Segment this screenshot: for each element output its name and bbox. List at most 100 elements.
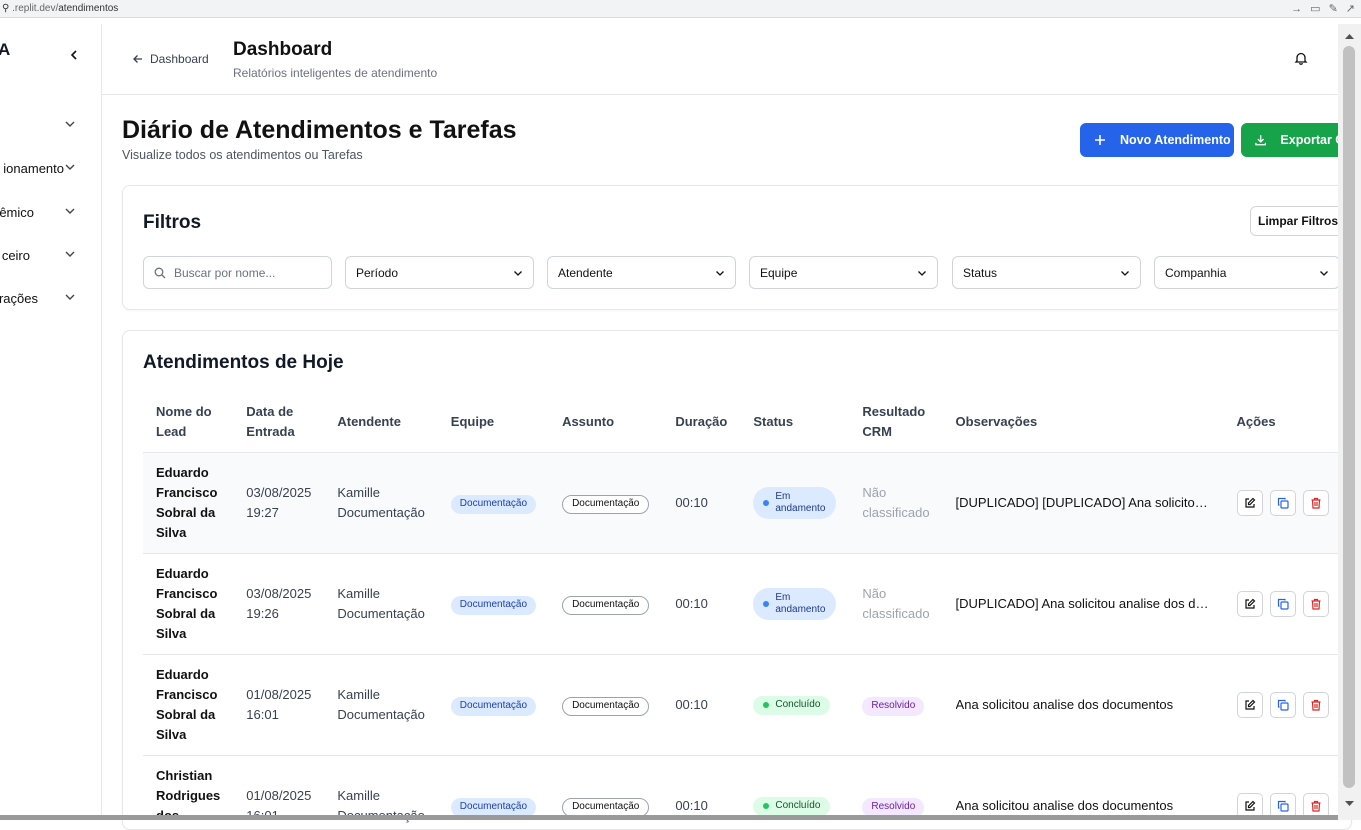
status-badge: Concluído: [753, 695, 831, 715]
chevron-down-icon: [65, 294, 75, 300]
lead-name: Eduardo Francisco Sobral da Silva: [143, 452, 234, 554]
trash-icon: [1311, 497, 1321, 509]
trash-icon: [1311, 699, 1321, 711]
company-select-value: Companhia: [1165, 265, 1227, 280]
horizontal-scrollbar[interactable]: [0, 815, 1338, 820]
arrow-left-icon: [133, 55, 142, 63]
observations: [DUPLICADO] [DUPLICADO] Ana solicitou an…: [955, 494, 1211, 510]
team-select-value: Equipe: [760, 265, 798, 280]
search-icon: [154, 267, 166, 278]
column-header[interactable]: Nome do Lead: [143, 392, 234, 453]
subject-badge: Documentação: [562, 696, 650, 716]
copy-icon: [1277, 800, 1289, 812]
chevron-down-icon: [1320, 271, 1328, 276]
trash-icon: [1311, 800, 1321, 812]
column-header[interactable]: Data de Entrada: [233, 392, 325, 453]
vertical-scrollbar[interactable]: [1338, 24, 1361, 820]
copy-icon: [1277, 598, 1289, 610]
column-header[interactable]: Observações: [942, 392, 1224, 453]
new-attendance-button[interactable]: Novo Atendimento: [1080, 123, 1234, 157]
attendant-name: Kamille Documentação: [324, 452, 438, 554]
chevron-down-icon: [918, 271, 926, 276]
sidebar-item-0[interactable]: [0, 118, 101, 140]
external-link-icon[interactable]: ↗: [1346, 1, 1355, 18]
entry-date: 03/08/2025 19:27: [233, 452, 325, 554]
chevron-left-icon: [70, 50, 77, 60]
column-header[interactable]: Duração: [662, 392, 741, 453]
company-select[interactable]: Companhia: [1154, 256, 1340, 289]
scrollbar-thumb[interactable]: [1343, 46, 1355, 788]
column-header[interactable]: Atendente: [324, 392, 438, 453]
sidebar-item-1[interactable]: ionamento: [0, 161, 101, 183]
observations: Ana solicitou analise dos documentos: [955, 797, 1174, 813]
status-badge: Em andamento: [753, 587, 837, 620]
edit-icon: [1244, 800, 1255, 811]
duplicate-button[interactable]: [1269, 691, 1296, 718]
column-header[interactable]: Assunto: [549, 392, 663, 453]
attendant-select[interactable]: Atendente: [547, 256, 736, 289]
status-select[interactable]: Status: [952, 256, 1141, 289]
delete-button[interactable]: [1302, 489, 1329, 516]
column-header[interactable]: Equipe: [437, 392, 550, 453]
sidebar-item-3[interactable]: ceiro: [0, 248, 101, 270]
status-select-value: Status: [963, 265, 998, 280]
wrench-icon[interactable]: ✎: [1329, 1, 1338, 18]
attendances-table-card: Atendimentos de Hoje Nome do Lead Data d…: [122, 330, 1352, 830]
cast-icon[interactable]: ▭: [1310, 1, 1320, 18]
crm-result: Não classificado: [849, 452, 943, 554]
entry-date: 03/08/2025 19:26: [233, 553, 325, 655]
sidebar-item-label: êmico: [0, 205, 34, 220]
column-header: Ações: [1223, 392, 1342, 453]
team-badge: Documentação: [450, 696, 537, 716]
url-lock-icon: ⚲: [2, 3, 10, 14]
subject-badge: Documentação: [562, 595, 650, 615]
status-label: Em andamento: [775, 591, 826, 615]
crm-result-badge: Resolvido: [862, 696, 925, 716]
top-header: Dashboard Dashboard Relatórios inteligen…: [102, 24, 1338, 95]
table-row[interactable]: Eduardo Francisco Sobral da Silva 03/08/…: [143, 452, 1342, 554]
scroll-up-icon: [1345, 34, 1354, 39]
status-label: Concluído: [775, 699, 821, 711]
trash-icon: [1311, 598, 1321, 610]
clear-filters-button[interactable]: Limpar Filtros: [1250, 206, 1346, 236]
observations: Ana solicitou analise dos documentos: [955, 696, 1174, 712]
table-row[interactable]: Eduardo Francisco Sobral da Silva 01/08/…: [143, 654, 1342, 756]
delete-button[interactable]: [1302, 590, 1329, 617]
collapse-sidebar-button[interactable]: [68, 48, 80, 65]
bell-icon: [1294, 52, 1308, 65]
sidebar-item-4[interactable]: rações: [0, 291, 101, 313]
sidebar-item-2[interactable]: êmico: [0, 205, 101, 227]
edit-button[interactable]: [1236, 590, 1263, 617]
edit-icon: [1244, 699, 1255, 710]
sidebar-item-label: ionamento: [3, 161, 64, 176]
sidebar: A ionamento êmico ceiro rações: [0, 24, 102, 820]
edit-button[interactable]: [1236, 489, 1263, 516]
attendances-table: Nome do Lead Data de Entrada Atendente E…: [143, 392, 1342, 829]
period-select[interactable]: Período: [345, 256, 534, 289]
observations: [DUPLICADO] Ana solicitou analise dos do…: [955, 595, 1211, 611]
page-subtitle: Visualize todos os atendimentos ou Taref…: [122, 148, 363, 162]
url-path: atendimentos: [58, 3, 119, 14]
back-label: Dashboard: [150, 52, 209, 66]
team-select[interactable]: Equipe: [749, 256, 938, 289]
search-input[interactable]: [174, 265, 324, 280]
duration: 00:10: [662, 553, 741, 655]
notifications-button[interactable]: [1294, 51, 1308, 70]
browser-toolbar-icons: → ▭ ✎ ↗: [1291, 1, 1355, 18]
column-header[interactable]: Status: [740, 392, 850, 453]
edit-button[interactable]: [1236, 691, 1263, 718]
status-badge: Concluído: [753, 796, 831, 816]
duration: 00:10: [662, 654, 741, 756]
duplicate-button[interactable]: [1269, 489, 1296, 516]
back-to-dashboard-link[interactable]: Dashboard: [132, 52, 209, 66]
delete-button[interactable]: [1302, 691, 1329, 718]
browser-address-bar[interactable]: ⚲ .replit.dev/atendimentos → ▭ ✎ ↗: [0, 0, 1361, 18]
subject-badge: Documentação: [562, 494, 650, 514]
column-header[interactable]: Resultado CRM: [849, 392, 943, 453]
table-row[interactable]: Eduardo Francisco Sobral da Silva 03/08/…: [143, 553, 1342, 655]
forward-icon[interactable]: →: [1291, 1, 1302, 18]
filters-card: Filtros Limpar Filtros Período Atendente…: [122, 185, 1352, 310]
chevron-down-icon: [716, 271, 724, 276]
copy-icon: [1277, 699, 1289, 711]
duplicate-button[interactable]: [1269, 590, 1296, 617]
